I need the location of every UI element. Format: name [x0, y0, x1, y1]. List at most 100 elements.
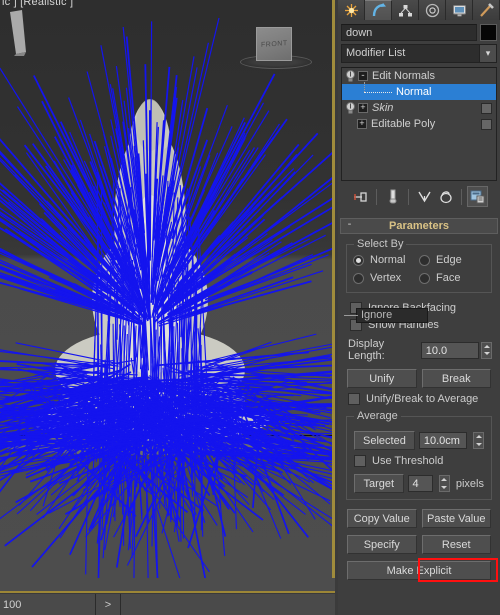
track-bar-rest[interactable]: [121, 594, 335, 615]
modifier-list-dropdown[interactable]: Modifier List ▾: [341, 44, 497, 63]
average-target-button[interactable]: Target: [354, 474, 404, 493]
display-tab[interactable]: [446, 0, 473, 20]
expand-toggle[interactable]: +: [357, 119, 367, 129]
unify-button[interactable]: Unify: [347, 369, 417, 388]
light-bulb-icon[interactable]: [344, 70, 357, 83]
radio-vertex[interactable]: Vertex: [353, 272, 419, 284]
average-target-row: Target 4 pixels: [354, 474, 484, 493]
pin-stack-icon: [353, 191, 367, 202]
use-threshold-checkbox[interactable]: [354, 455, 366, 467]
spinner-down-icon[interactable]: [441, 485, 448, 489]
toolbar-separator: [408, 188, 409, 205]
stack-item-checkbox[interactable]: [481, 102, 492, 114]
pin-stack-button[interactable]: [350, 186, 371, 207]
stack-item-editable-poly[interactable]: + Editable Poly: [342, 116, 496, 132]
hammer-icon: [479, 2, 494, 17]
spinner-up-icon[interactable]: [475, 435, 482, 439]
average-selected-button[interactable]: Selected: [354, 431, 415, 450]
copy-paste-row: Copy Value Paste Value: [347, 509, 491, 528]
parameters-body: Select By Normal Edge Vertex Face Backfa…: [340, 234, 498, 580]
parameters-rollout-title: Parameters: [389, 220, 449, 232]
normal-vectors: [0, 17, 335, 578]
tooltip-overlay: Ignore: [356, 308, 428, 323]
make-explicit-row: Make Explicit: [347, 561, 491, 580]
spinner-up-icon[interactable]: [483, 344, 490, 348]
display-length-spinner[interactable]: [481, 341, 492, 359]
remove-modifier-button[interactable]: [435, 186, 456, 207]
spinner-down-icon[interactable]: [483, 352, 490, 356]
display-length-label: Display Length:: [348, 338, 385, 362]
average-threshold-field[interactable]: 10.0cm: [418, 432, 467, 449]
motion-tab[interactable]: [419, 0, 446, 20]
remove-modifier-icon: [439, 191, 452, 204]
viewport[interactable]: FRONT ic ] [Realistic ]: [0, 0, 335, 578]
unify-break-to-average-row[interactable]: Unify/Break to Average: [348, 393, 494, 405]
radio-normal[interactable]: Normal: [353, 254, 419, 266]
viewcube[interactable]: FRONT: [256, 27, 292, 61]
use-threshold-label: Use Threshold: [372, 455, 444, 467]
hierarchy-tab[interactable]: [392, 0, 419, 20]
show-end-result-button[interactable]: [382, 186, 403, 207]
stack-item-normal[interactable]: Normal: [342, 82, 496, 100]
bulb-glyph: [346, 70, 355, 82]
viewport-corner-gizmo: [10, 10, 26, 56]
object-color-swatch[interactable]: [480, 24, 497, 41]
spinner-up-icon[interactable]: [441, 478, 448, 482]
light-bulb-icon[interactable]: [344, 102, 357, 115]
modifier-stack[interactable]: - Edit Normals Normal + Skin + Editable …: [341, 67, 497, 181]
make-unique-icon: [418, 191, 431, 202]
reset-button[interactable]: Reset: [421, 535, 491, 554]
parameters-rollout: - Parameters Select By Normal Edge Verte…: [340, 218, 498, 580]
radio-edge[interactable]: Edge: [419, 254, 485, 266]
chevron-down-icon[interactable]: ▾: [479, 45, 496, 62]
expand-toggle[interactable]: +: [358, 103, 368, 113]
radio-face[interactable]: Face: [419, 272, 485, 284]
use-threshold-row[interactable]: Use Threshold: [354, 455, 486, 467]
stack-item-skin[interactable]: + Skin: [342, 100, 496, 116]
bent-arrow-icon: [372, 3, 386, 17]
next-frame-button[interactable]: >: [95, 594, 121, 615]
stack-tree-dash: [364, 92, 392, 93]
break-button[interactable]: Break: [421, 369, 491, 388]
stack-item-checkbox[interactable]: [481, 118, 492, 130]
radio-face-label: Face: [436, 272, 461, 284]
specify-button[interactable]: Specify: [347, 535, 417, 554]
spinner-down-icon[interactable]: [475, 442, 482, 446]
parameters-rollout-header[interactable]: - Parameters: [340, 218, 498, 234]
stack-item-edit-normals[interactable]: - Edit Normals: [342, 68, 496, 84]
track-bar[interactable]: 100 >: [0, 593, 335, 615]
select-by-row-1: Normal Edge: [353, 254, 485, 266]
timeline-bar: 100 >: [0, 578, 335, 615]
paste-value-button[interactable]: Paste Value: [421, 509, 491, 528]
bulb-glyph: [346, 102, 355, 114]
average-threshold-spinner[interactable]: [473, 432, 484, 449]
object-name-field[interactable]: down: [341, 24, 477, 41]
radio-edge-label: Edge: [436, 254, 462, 266]
radio-normal-button[interactable]: [353, 254, 364, 266]
display-length-field[interactable]: 10.0: [420, 341, 479, 359]
unify-break-to-average-checkbox[interactable]: [348, 393, 360, 405]
monitor-icon: [452, 4, 466, 16]
modifier-list-row: Modifier List ▾: [338, 42, 500, 66]
show-end-result-icon: [389, 189, 396, 203]
target-pixels-field[interactable]: 4: [407, 475, 433, 492]
hierarchy-icon: [398, 4, 412, 16]
expand-toggle[interactable]: -: [358, 71, 368, 81]
target-pixels-label: pixels: [455, 477, 484, 490]
configure-modifier-sets-button[interactable]: [467, 186, 488, 207]
utilities-tab[interactable]: [473, 0, 500, 20]
radio-vertex-button[interactable]: [353, 272, 364, 284]
radio-edge-button[interactable]: [419, 254, 430, 266]
viewport-label[interactable]: ic ] [Realistic ]: [2, 0, 73, 8]
target-pixels-spinner[interactable]: [438, 475, 450, 492]
average-title: Average: [354, 410, 401, 422]
copy-value-button[interactable]: Copy Value: [347, 509, 417, 528]
collapse-icon[interactable]: -: [345, 221, 354, 231]
tooltip-leader-line: [344, 315, 358, 316]
create-tab[interactable]: [338, 0, 365, 20]
make-unique-button[interactable]: [414, 186, 435, 207]
radio-face-button[interactable]: [419, 272, 430, 284]
modify-tab[interactable]: [365, 0, 392, 20]
star-icon: [344, 3, 358, 17]
make-explicit-button[interactable]: Make Explicit: [347, 561, 491, 580]
